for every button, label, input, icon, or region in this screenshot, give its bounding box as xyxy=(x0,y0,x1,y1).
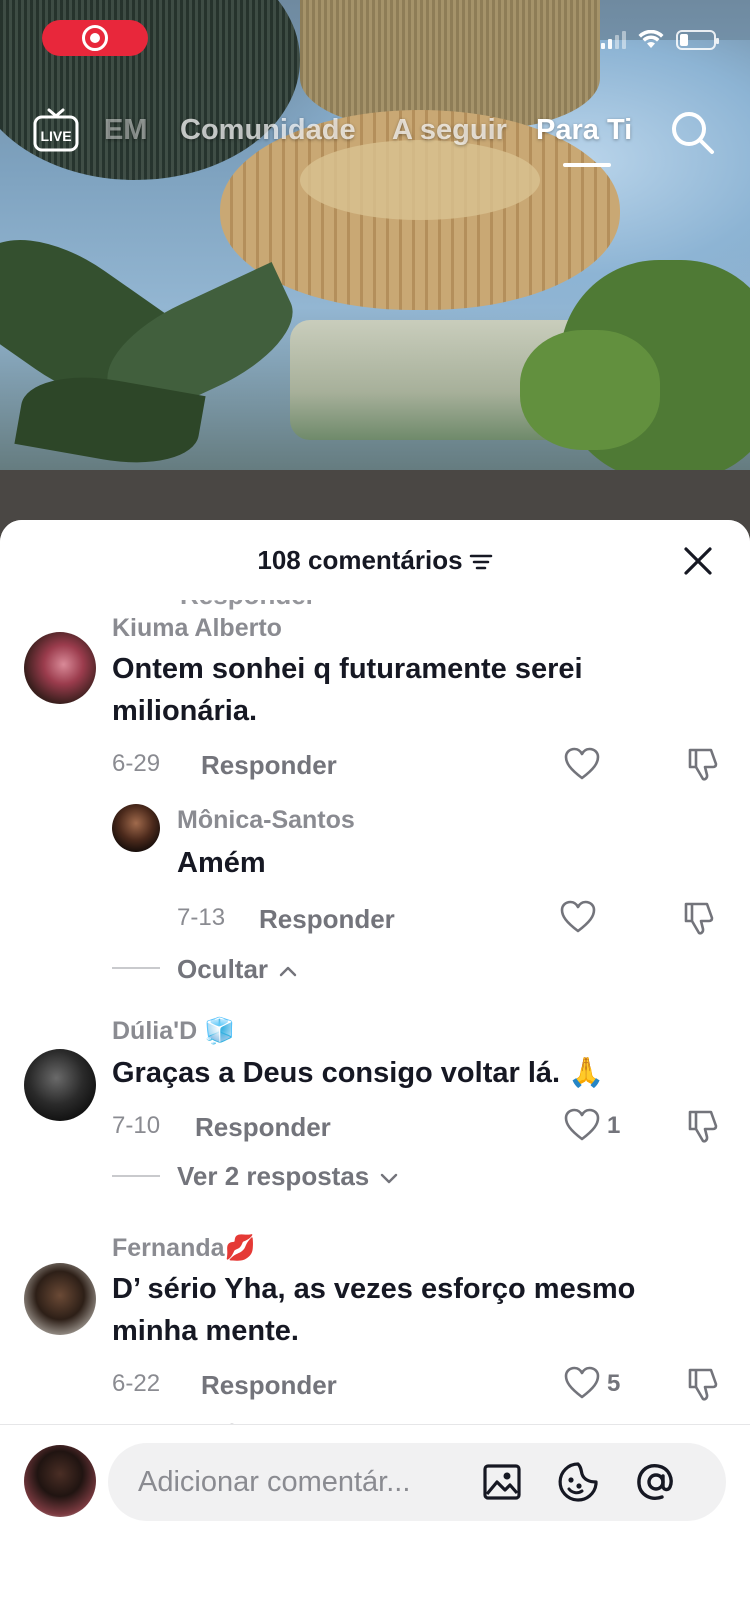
live-label: LIVE xyxy=(40,128,71,144)
view-replies-button[interactable]: Ver 2 respostas xyxy=(177,1161,398,1192)
reply-button[interactable]: Responder xyxy=(259,904,395,935)
comment-date: 6-29 xyxy=(112,750,161,777)
active-tab-indicator xyxy=(563,163,611,167)
thread-divider xyxy=(112,967,160,969)
close-icon[interactable] xyxy=(683,546,713,576)
tab-a-seguir[interactable]: A seguir xyxy=(392,114,507,147)
reply-button[interactable]: Responder xyxy=(195,1112,331,1143)
comment-composer xyxy=(0,1424,750,1624)
chevron-up-icon xyxy=(280,966,297,977)
chevron-down-icon xyxy=(381,1173,398,1184)
comment-author[interactable]: Kiuma Alberto xyxy=(112,614,282,643)
comments-count-label: 108 comentários xyxy=(257,545,463,575)
battery-icon xyxy=(676,30,719,50)
comment-author[interactable]: Dúlia'D 🧊 xyxy=(112,1017,235,1046)
hide-replies-label: Ocultar xyxy=(177,954,269,984)
mention-icon[interactable] xyxy=(634,1460,678,1504)
top-navigation: LIVE EM Comunidade A seguir Para Ti xyxy=(0,100,750,170)
comment-input-container[interactable] xyxy=(108,1443,726,1521)
screen-record-icon xyxy=(82,25,108,51)
dislike-icon[interactable] xyxy=(684,746,720,782)
thread-divider xyxy=(112,1175,160,1177)
like-count: 1 xyxy=(607,1112,621,1139)
view-replies-label: Ver 2 respostas xyxy=(177,1161,370,1191)
reply-button[interactable]: Responder xyxy=(201,1370,337,1401)
my-avatar[interactable] xyxy=(24,1445,96,1517)
reply-button[interactable]: Responder xyxy=(201,750,337,781)
avatar[interactable] xyxy=(24,1263,96,1335)
video-plant xyxy=(520,330,660,450)
comment-text: D’ sério Yha, as vezes esforço mesmo min… xyxy=(112,1273,636,1347)
reply-author[interactable]: Mônica-Santos xyxy=(177,806,355,835)
avatar[interactable] xyxy=(112,804,160,852)
avatar[interactable] xyxy=(24,632,96,704)
reply-text: Amém xyxy=(177,847,266,879)
tab-para-ti[interactable]: Para Ti xyxy=(536,114,632,147)
heart-icon[interactable] xyxy=(564,747,600,781)
wifi-icon xyxy=(638,30,664,48)
comments-header: 108 comentários xyxy=(0,520,750,600)
dislike-icon[interactable] xyxy=(684,1366,720,1402)
comment-date: 6-22 xyxy=(112,1370,161,1397)
video-background[interactable] xyxy=(0,0,750,560)
comments-title: 108 comentários xyxy=(0,545,750,576)
screen-record-indicator[interactable] xyxy=(42,20,148,56)
status-bar-icons xyxy=(601,30,719,50)
emoji-sticker-icon[interactable] xyxy=(556,1460,600,1504)
comment-author[interactable]: Fernanda💋 xyxy=(112,1234,256,1263)
cellular-signal-icon xyxy=(601,31,626,49)
heart-icon[interactable] xyxy=(564,1108,600,1142)
comment-date: 7-10 xyxy=(112,1112,161,1139)
heart-icon[interactable] xyxy=(560,900,596,934)
comment-text: Ontem sonhei q futuramente serei milioná… xyxy=(112,653,583,727)
battery-level xyxy=(680,34,688,46)
like-count: 5 xyxy=(607,1370,621,1397)
comment-input[interactable] xyxy=(138,1459,458,1505)
sort-icon[interactable] xyxy=(469,552,493,572)
live-tv-icon: LIVE xyxy=(33,108,79,152)
comment-text: Graças a Deus consigo voltar lá. 🙏 xyxy=(112,1057,605,1089)
reply-date: 7-13 xyxy=(177,904,226,931)
image-icon[interactable] xyxy=(480,1460,524,1504)
search-icon[interactable] xyxy=(670,110,716,156)
heart-icon[interactable] xyxy=(564,1366,600,1400)
tab-em[interactable]: EM xyxy=(104,114,148,147)
dislike-icon[interactable] xyxy=(680,900,716,936)
tab-comunidade[interactable]: Comunidade xyxy=(180,114,356,147)
hide-replies-button[interactable]: Ocultar xyxy=(177,954,297,985)
dislike-icon[interactable] xyxy=(684,1108,720,1144)
live-button[interactable]: LIVE xyxy=(32,108,80,152)
avatar[interactable] xyxy=(24,1049,96,1121)
